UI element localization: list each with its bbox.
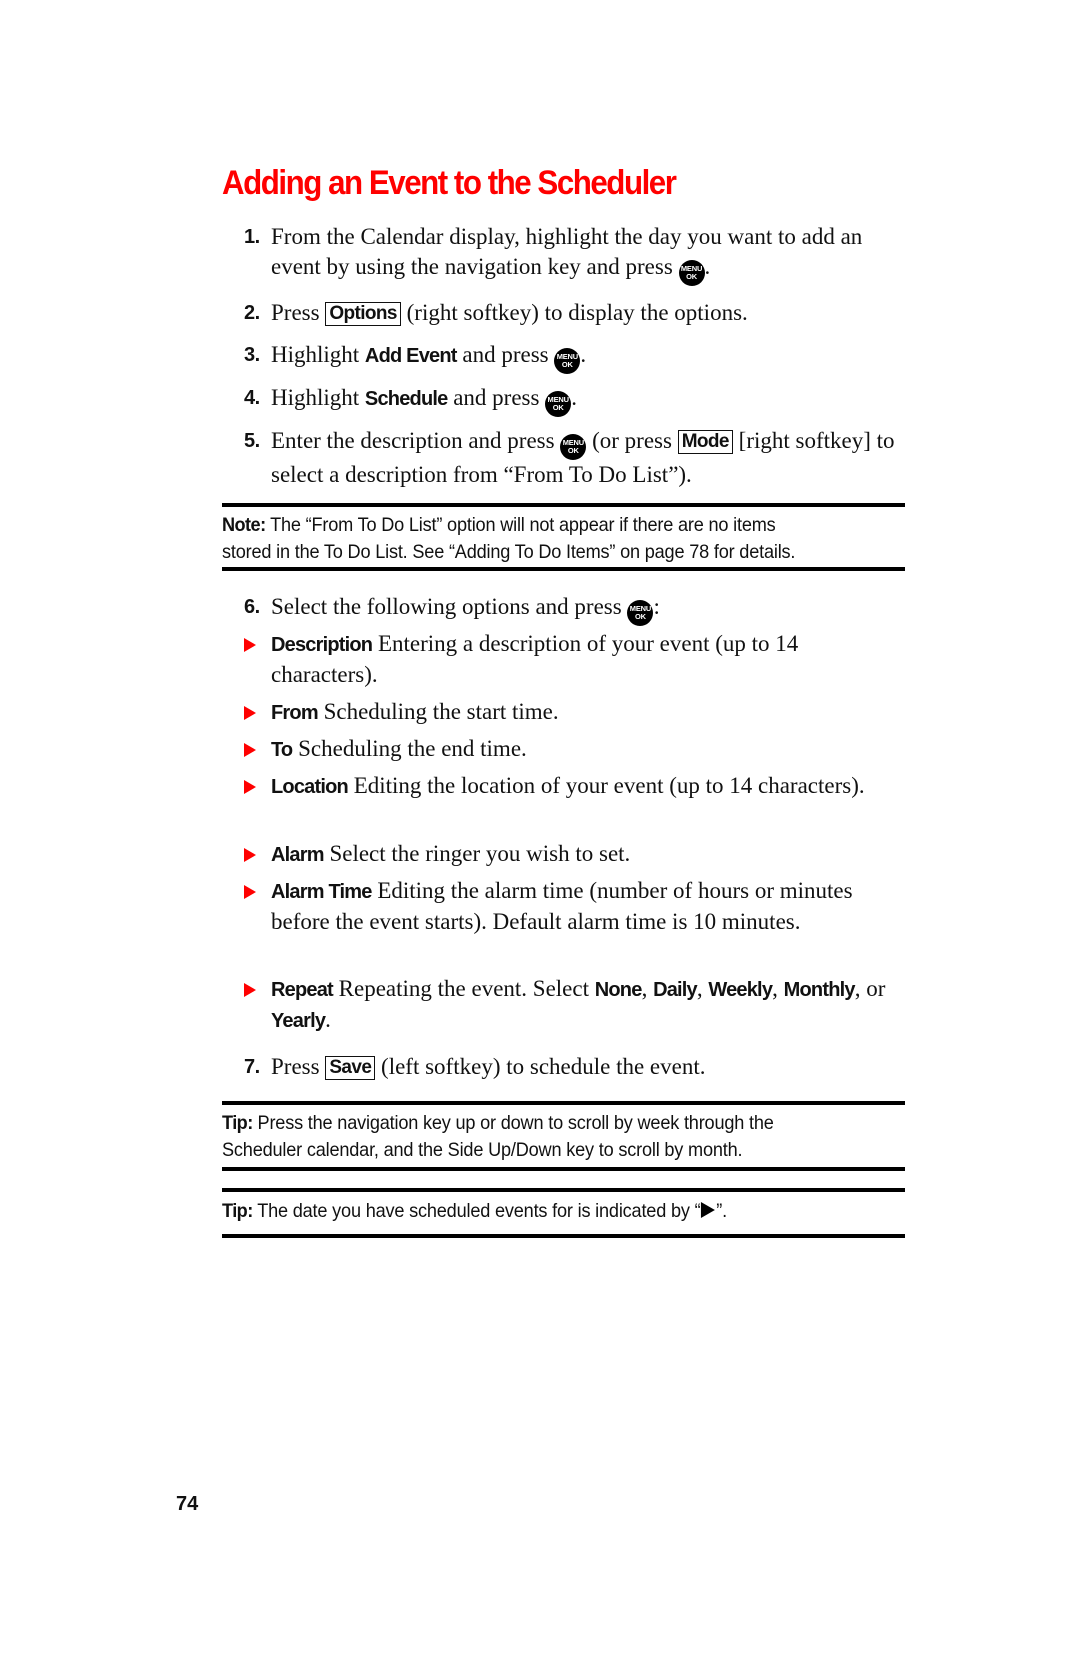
save-softkey-label: Save: [325, 1056, 376, 1080]
red-arrow-bullet-icon: [244, 780, 256, 794]
step-number: 5.: [244, 430, 260, 452]
option-repeat: Repeat Repeating the event. Select None,…: [244, 974, 904, 1036]
option-term: Location: [271, 776, 349, 798]
tip-box-2: Tip: The date you have scheduled events …: [222, 1200, 727, 1222]
menu-ok-key-icon: MENU OK: [554, 348, 581, 374]
step-number: 4.: [244, 387, 260, 409]
note-label: Note:: [222, 514, 266, 536]
red-arrow-bullet-icon: [244, 743, 256, 757]
note-text: The “From To Do List” option will not ap…: [270, 514, 776, 536]
option-term: To: [271, 739, 293, 761]
option-desc: Scheduling the end time.: [298, 736, 527, 761]
tip-box-1: Tip: Press the navigation key up or down…: [222, 1110, 864, 1164]
menu-item-name: Schedule: [364, 388, 448, 410]
option-term: Alarm: [271, 844, 324, 866]
options-softkey-label: Options: [325, 302, 401, 326]
red-arrow-bullet-icon: [244, 848, 256, 862]
note-bottom-rule: [222, 567, 905, 571]
option-alarm: Alarm Select the ringer you wish to set.: [244, 839, 904, 870]
step-number: 7.: [244, 1056, 260, 1078]
page-number: 74: [176, 1493, 199, 1515]
red-arrow-bullet-icon: [244, 983, 256, 997]
menu-ok-key-icon: MENU OK: [627, 600, 654, 626]
step-number: 2.: [244, 302, 260, 324]
step-4: 4. Highlight Schedule and press MENU OK.: [244, 383, 904, 417]
option-term: From: [271, 702, 319, 724]
event-indicator-triangle-icon: [701, 1202, 716, 1218]
option-term: Alarm Time: [271, 881, 372, 903]
step-number: 3.: [244, 344, 260, 366]
tip-text: The date you have scheduled events for i…: [257, 1200, 701, 1222]
menu-ok-key-icon: MENU OK: [545, 391, 572, 417]
manual-page: Adding an Event to the Scheduler 1. From…: [0, 0, 1080, 1669]
page-title: Adding an Event to the Scheduler: [222, 164, 677, 202]
step-number: 6.: [244, 596, 260, 618]
option-term: Repeat: [271, 979, 334, 1001]
option-description: Description Entering a description of yo…: [244, 629, 904, 690]
step-6: 6. Select the following options and pres…: [244, 592, 904, 626]
option-from: From Scheduling the start time.: [244, 697, 904, 728]
red-arrow-bullet-icon: [244, 706, 256, 720]
tip-label: Tip:: [222, 1200, 253, 1222]
step-3: 3. Highlight Add Event and press MENU OK.: [244, 340, 904, 374]
option-desc: Scheduling the start time.: [323, 699, 559, 724]
step-text: From the Calendar display, highlight the…: [271, 224, 863, 279]
option-term: Description: [271, 634, 373, 656]
red-arrow-bullet-icon: [244, 638, 256, 652]
option-alarm-time: Alarm Time Editing the alarm time (numbe…: [244, 876, 904, 937]
menu-item-name: Add Event: [364, 345, 458, 367]
red-arrow-bullet-icon: [244, 885, 256, 899]
option-desc: Editing the location of your event (up t…: [353, 773, 865, 798]
tip1-top-rule: [222, 1101, 905, 1105]
option-location: Location Editing the location of your ev…: [244, 771, 904, 802]
note-top-rule: [222, 503, 905, 507]
option-desc: Repeating the event. Select: [338, 976, 589, 1001]
step-1: 1. From the Calendar display, highlight …: [244, 222, 904, 286]
note-box: Note: The “From To Do List” option will …: [222, 512, 864, 566]
option-desc: Select the ringer you wish to set.: [329, 841, 631, 866]
step-2: 2. Press Options (right softkey) to disp…: [244, 298, 904, 328]
menu-ok-key-icon: MENU OK: [560, 434, 587, 460]
tip-label: Tip:: [222, 1112, 253, 1134]
tip2-top-rule: [222, 1188, 905, 1192]
note-text: stored in the To Do List. See “Adding To…: [222, 541, 796, 563]
menu-ok-key-icon: MENU OK: [678, 260, 705, 286]
step-5: 5. Enter the description and press MENU O…: [244, 428, 895, 487]
mode-softkey-label: Mode: [677, 430, 733, 454]
tip-text: Scheduler calendar, and the Side Up/Down…: [222, 1139, 743, 1161]
tip-text: Press the navigation key up or down to s…: [257, 1112, 774, 1134]
step-7: 7. Press Save (left softkey) to schedule…: [244, 1052, 904, 1082]
tip1-bottom-rule: [222, 1167, 905, 1171]
step-number: 1.: [244, 226, 260, 248]
option-to: To Scheduling the end time.: [244, 734, 904, 765]
tip2-bottom-rule: [222, 1234, 905, 1238]
